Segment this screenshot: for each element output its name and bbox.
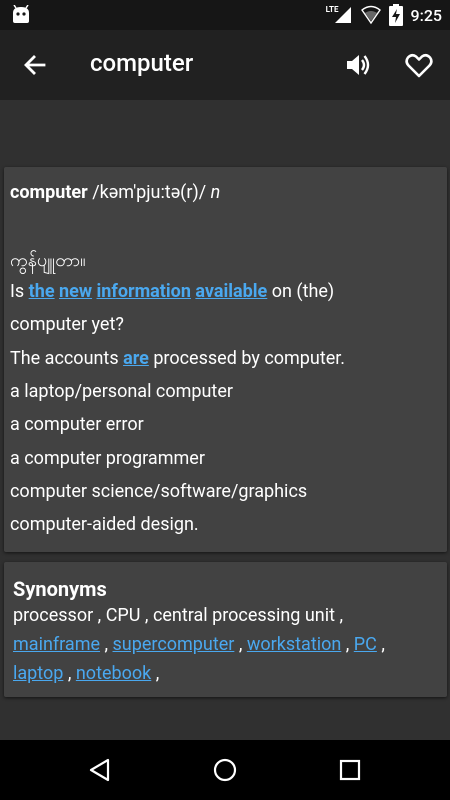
synonym-link[interactable]: laptop bbox=[13, 663, 63, 684]
synonym-text: , bbox=[234, 634, 247, 655]
example-text: a laptop/personal computer bbox=[10, 380, 233, 402]
page-title: computer bbox=[90, 49, 194, 77]
example-text: computer yet? bbox=[10, 314, 124, 336]
synonyms-line: processor , CPU , central processing uni… bbox=[13, 605, 343, 626]
example-text: a computer programmer bbox=[10, 447, 205, 469]
example-line: computer science/software/graphics bbox=[10, 481, 307, 502]
translation: ကွန်ပျူတာ။ bbox=[10, 250, 86, 271]
synonym-text: , bbox=[140, 605, 153, 626]
example-text: The accounts bbox=[10, 347, 124, 369]
synonyms-title: Synonyms bbox=[13, 577, 107, 601]
network-type-label: LTE bbox=[325, 4, 339, 14]
status-bar: LTE 9:25 bbox=[0, 0, 450, 30]
back-triangle-icon[interactable] bbox=[86, 756, 114, 784]
synonym-text: processor bbox=[13, 605, 94, 626]
example-line: The accounts are processed by computer. bbox=[10, 348, 345, 369]
example-line: a laptop/personal computer bbox=[10, 381, 233, 402]
synonym-text: , bbox=[376, 634, 385, 655]
synonym-link[interactable]: supercomputer bbox=[113, 634, 235, 655]
example-text: processed by computer. bbox=[148, 347, 346, 369]
example-text: a computer error bbox=[10, 414, 144, 436]
definition-headline: computer /kəm'pju:tə(r)/ n bbox=[10, 182, 220, 203]
example-line: a computer programmer bbox=[10, 448, 205, 469]
synonym-text: , bbox=[341, 634, 354, 655]
word-link[interactable]: available bbox=[195, 281, 267, 302]
word-link[interactable]: information bbox=[97, 281, 191, 302]
recents-square-icon[interactable] bbox=[336, 756, 364, 784]
back-arrow-icon[interactable] bbox=[20, 50, 50, 80]
home-circle-icon[interactable] bbox=[211, 756, 239, 784]
synonym-text: , bbox=[100, 634, 113, 655]
pronunciation: /kəm'pju:tə(r)/ bbox=[92, 182, 207, 203]
speaker-icon[interactable] bbox=[343, 50, 373, 80]
example-text: Is bbox=[10, 281, 29, 302]
android-icon bbox=[13, 5, 29, 23]
synonyms-line: laptop , notebook , bbox=[13, 663, 159, 684]
example-line: computer yet? bbox=[10, 314, 124, 335]
word-link[interactable]: the bbox=[29, 281, 55, 302]
synonym-text: , bbox=[334, 605, 343, 626]
example-line: computer-aided design. bbox=[10, 514, 199, 535]
example-text: computer-aided design. bbox=[10, 514, 199, 536]
synonym-link[interactable]: mainframe bbox=[13, 634, 100, 655]
synonym-text: , bbox=[63, 663, 76, 684]
synonym-text: , bbox=[151, 663, 160, 684]
synonym-text: , bbox=[93, 605, 106, 626]
synonym-link[interactable]: PC bbox=[354, 634, 377, 655]
synonym-text: CPU bbox=[105, 605, 141, 626]
wifi-icon bbox=[360, 5, 381, 25]
example-line: a computer error bbox=[10, 414, 144, 435]
example-line: Is the new information available on (the… bbox=[10, 281, 334, 302]
synonym-link[interactable]: workstation bbox=[247, 634, 341, 655]
status-time: 9:25 bbox=[410, 5, 443, 25]
navigation-bar bbox=[0, 740, 450, 800]
app-bar: computer bbox=[0, 30, 450, 100]
word-link[interactable]: are bbox=[123, 348, 149, 369]
synonyms-line: mainframe , supercomputer , workstation … bbox=[13, 634, 385, 655]
synonym-text: central processing unit bbox=[152, 605, 335, 626]
synonym-link[interactable]: notebook bbox=[76, 663, 151, 684]
heart-icon[interactable] bbox=[404, 50, 434, 80]
example-text: computer science/software/graphics bbox=[10, 480, 308, 502]
headword: computer bbox=[10, 182, 88, 203]
word-link[interactable]: new bbox=[59, 281, 92, 302]
example-text: on (the) bbox=[267, 281, 335, 302]
part-of-speech: n bbox=[210, 182, 221, 203]
battery-charging-icon bbox=[388, 4, 403, 26]
